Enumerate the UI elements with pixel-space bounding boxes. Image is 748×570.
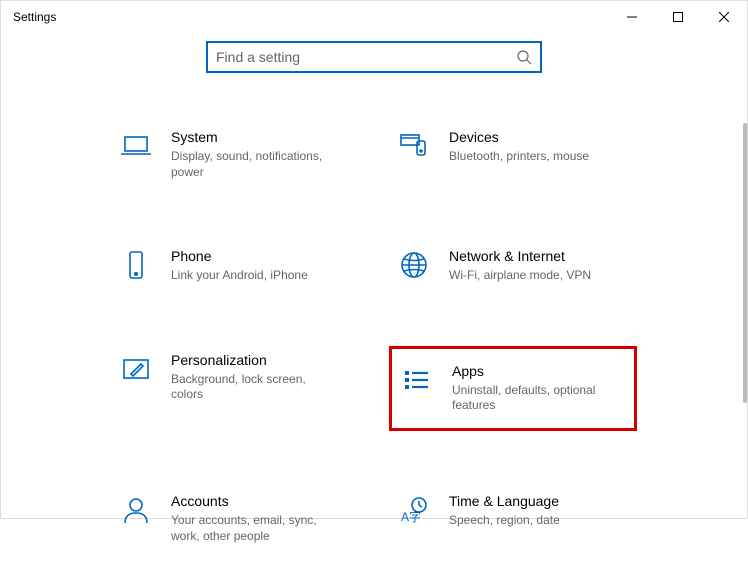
- titlebar: Settings: [1, 1, 747, 33]
- category-system[interactable]: System Display, sound, notifications, po…: [111, 123, 359, 186]
- category-text: Devices Bluetooth, printers, mouse: [449, 129, 589, 165]
- search-input[interactable]: [216, 49, 516, 65]
- category-title: System: [171, 129, 331, 145]
- category-text: Personalization Background, lock screen,…: [171, 352, 331, 403]
- content-area: System Display, sound, notifications, po…: [1, 33, 747, 570]
- category-desc: Background, lock screen, colors: [171, 372, 331, 403]
- category-desc: Bluetooth, printers, mouse: [449, 149, 589, 165]
- paint-icon: [119, 352, 153, 386]
- scrollbar[interactable]: [741, 33, 747, 518]
- category-text: Network & Internet Wi-Fi, airplane mode,…: [449, 248, 591, 284]
- globe-icon: [397, 248, 431, 282]
- category-personalization[interactable]: Personalization Background, lock screen,…: [111, 346, 359, 431]
- category-title: Personalization: [171, 352, 331, 368]
- category-title: Phone: [171, 248, 308, 264]
- time-language-icon: A字: [397, 493, 431, 527]
- phone-icon: [119, 248, 153, 282]
- category-desc: Display, sound, notifications, power: [171, 149, 331, 180]
- search-box[interactable]: [206, 41, 542, 73]
- category-network[interactable]: Network & Internet Wi-Fi, airplane mode,…: [389, 242, 637, 290]
- category-text: Phone Link your Android, iPhone: [171, 248, 308, 284]
- search-wrap: [21, 41, 727, 73]
- category-apps[interactable]: Apps Uninstall, defaults, optional featu…: [389, 346, 637, 431]
- category-desc: Uninstall, defaults, optional features: [452, 383, 612, 414]
- category-title: Accounts: [171, 493, 331, 509]
- category-devices[interactable]: Devices Bluetooth, printers, mouse: [389, 123, 637, 186]
- category-desc: Your accounts, email, sync, work, other …: [171, 513, 331, 544]
- category-desc: Wi-Fi, airplane mode, VPN: [449, 268, 591, 284]
- category-title: Apps: [452, 363, 612, 379]
- svg-text:A字: A字: [401, 509, 421, 524]
- category-text: Time & Language Speech, region, date: [449, 493, 560, 529]
- laptop-icon: [119, 129, 153, 163]
- window-controls: [609, 1, 747, 33]
- devices-icon: [397, 129, 431, 163]
- category-title: Network & Internet: [449, 248, 591, 264]
- category-text: System Display, sound, notifications, po…: [171, 129, 331, 180]
- list-icon: [400, 363, 434, 397]
- window-title: Settings: [13, 10, 56, 24]
- search-icon: [516, 49, 532, 65]
- category-phone[interactable]: Phone Link your Android, iPhone: [111, 242, 359, 290]
- person-icon: [119, 493, 153, 527]
- minimize-button[interactable]: [609, 1, 655, 33]
- maximize-button[interactable]: [655, 1, 701, 33]
- category-title: Time & Language: [449, 493, 560, 509]
- category-title: Devices: [449, 129, 589, 145]
- category-text: Apps Uninstall, defaults, optional featu…: [452, 363, 612, 414]
- close-button[interactable]: [701, 1, 747, 33]
- scrollbar-thumb[interactable]: [743, 123, 747, 403]
- category-desc: Link your Android, iPhone: [171, 268, 308, 284]
- categories-grid: System Display, sound, notifications, po…: [21, 123, 727, 550]
- category-desc: Speech, region, date: [449, 513, 560, 529]
